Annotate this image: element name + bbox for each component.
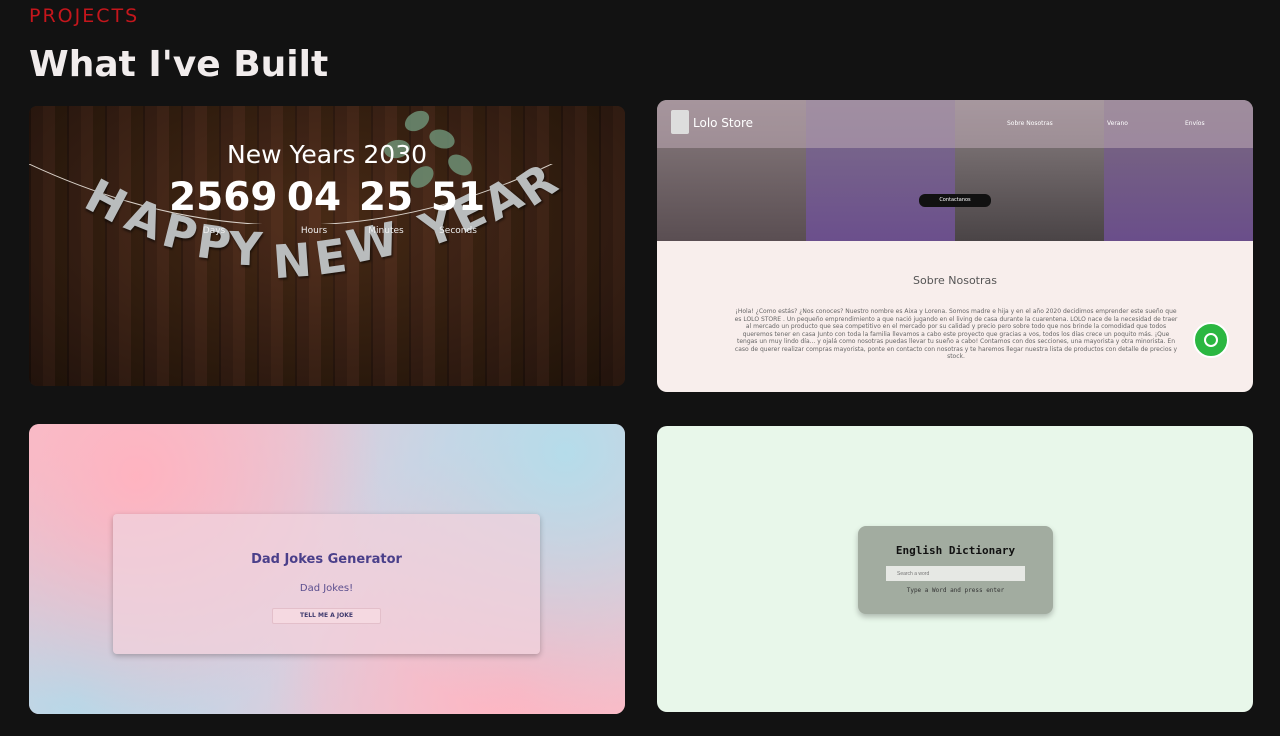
search-input[interactable] xyxy=(886,566,1025,581)
nav-item-about[interactable]: Sobre Nosotras xyxy=(1007,120,1053,127)
contact-button[interactable]: Contactanos xyxy=(919,194,991,207)
dictionary-hint: Type a Word and press enter xyxy=(906,587,1005,594)
joke-title: Dad Jokes Generator xyxy=(251,552,402,567)
countdown-title: New Years 2030 xyxy=(227,140,427,169)
countdown-seconds: 51 Seconds xyxy=(430,175,486,237)
projects-eyebrow: PROJECTS xyxy=(29,5,140,27)
joke-text: Dad Jokes! xyxy=(299,583,354,594)
store-logo-icon xyxy=(671,110,689,134)
countdown: 2569 Days 04 Hours 25 Minutes 51 Seconds xyxy=(169,175,489,237)
about-title: Sobre Nosotras xyxy=(913,274,997,287)
section-heading: What I've Built xyxy=(29,44,329,85)
joke-container: Dad Jokes Generator Dad Jokes! TELL ME A… xyxy=(113,514,540,654)
project-card-lolo-store[interactable]: Lolo Store Sobre Nosotras Verano Envíos … xyxy=(657,100,1253,392)
dictionary-container: English Dictionary Type a Word and press… xyxy=(858,526,1053,614)
nav-item-summer[interactable]: Verano xyxy=(1107,120,1128,127)
project-card-new-years[interactable]: H A P P Y N E W Y E A R New Years 2030 2… xyxy=(29,106,625,386)
whatsapp-icon[interactable] xyxy=(1193,322,1229,358)
nav-item-shipping[interactable]: Envíos xyxy=(1185,120,1205,127)
dictionary-title: English Dictionary xyxy=(895,544,1016,557)
project-card-dictionary[interactable]: English Dictionary Type a Word and press… xyxy=(657,426,1253,712)
project-card-dad-jokes[interactable]: Dad Jokes Generator Dad Jokes! TELL ME A… xyxy=(29,424,625,714)
store-brand[interactable]: Lolo Store xyxy=(693,116,753,130)
store-navbar: Lolo Store Sobre Nosotras Verano Envíos xyxy=(657,100,1253,148)
countdown-days: 2569 Days xyxy=(169,175,278,237)
about-text: ¡Hola! ¿Como estás? ¿Nos conoces? Nuestr… xyxy=(734,308,1178,360)
tell-joke-button[interactable]: TELL ME A JOKE xyxy=(272,608,381,624)
